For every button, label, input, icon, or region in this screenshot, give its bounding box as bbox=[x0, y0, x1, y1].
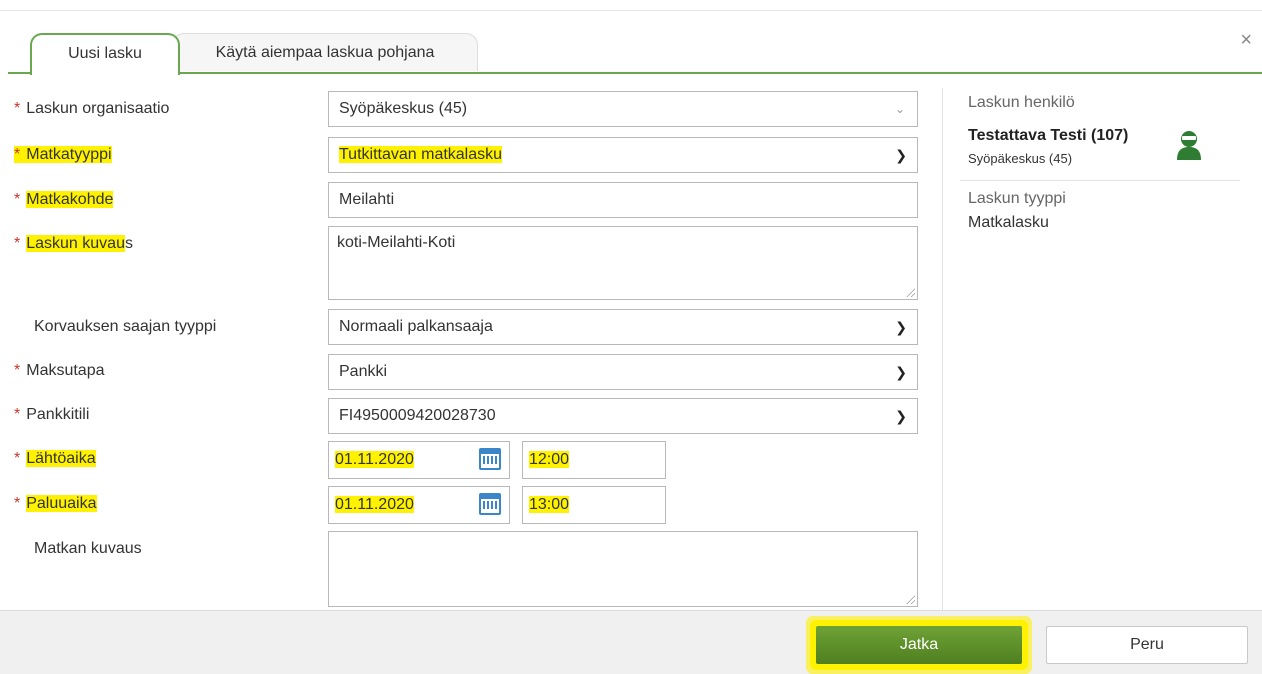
trip-description-label: Matkan kuvaus bbox=[34, 540, 142, 557]
required-mark: * bbox=[14, 362, 21, 379]
required-mark: * bbox=[14, 406, 21, 423]
bank-account-value: FI4950009420028730 bbox=[339, 407, 496, 424]
invoice-type-caption: Laskun tyyppi bbox=[968, 190, 1066, 207]
required-mark: * bbox=[14, 146, 21, 163]
invoice-type-value: Matkalasku bbox=[968, 214, 1049, 231]
payment-method-value: Pankki bbox=[339, 363, 388, 380]
return-time-label: * Paluuaika bbox=[14, 495, 97, 512]
recipient-type-select[interactable]: Normaali palkansaaja ❯ bbox=[328, 309, 918, 345]
required-mark: * bbox=[14, 495, 21, 512]
departure-date-value: 01.11.2020 bbox=[335, 451, 414, 468]
chevron-down-icon: ❯ bbox=[895, 319, 907, 335]
departure-time-label: * Lähtöaika bbox=[14, 450, 96, 467]
resize-handle-icon[interactable] bbox=[906, 595, 915, 604]
return-time-input[interactable]: 13:00 bbox=[522, 486, 666, 524]
required-mark: * bbox=[14, 450, 21, 467]
organisation-value: Syöpäkeskus (45) bbox=[339, 100, 468, 117]
invoice-description-textarea[interactable]: koti-Meilahti-Koti bbox=[328, 226, 918, 300]
return-date-value: 01.11.2020 bbox=[335, 496, 414, 513]
return-date-input[interactable]: 01.11.2020 bbox=[328, 486, 510, 524]
calendar-icon[interactable] bbox=[479, 448, 501, 470]
organisation-label: * Laskun organisaatio bbox=[14, 100, 170, 117]
required-mark: * bbox=[14, 100, 21, 117]
required-mark: * bbox=[14, 191, 21, 208]
destination-input[interactable]: Meilahti bbox=[328, 182, 918, 218]
tab-underline bbox=[8, 72, 1262, 74]
invoice-description-value: koti-Meilahti-Koti bbox=[337, 234, 456, 251]
cancel-button[interactable]: Peru bbox=[1046, 626, 1248, 664]
top-border bbox=[0, 10, 1262, 11]
invoice-person-org: Syöpäkeskus (45) bbox=[968, 151, 1073, 166]
tab-new-invoice[interactable]: Uusi lasku bbox=[30, 33, 180, 75]
required-mark: * bbox=[14, 235, 21, 252]
invoice-person-caption: Laskun henkilö bbox=[968, 94, 1075, 111]
payment-method-label: * Maksutapa bbox=[14, 362, 105, 379]
person-icon bbox=[1177, 131, 1201, 160]
destination-label: * Matkakohde bbox=[14, 191, 114, 208]
trip-type-select[interactable]: Tutkittavan matkalasku ❯ bbox=[328, 137, 918, 173]
departure-time-value: 12:00 bbox=[529, 451, 570, 468]
calendar-icon[interactable] bbox=[479, 493, 501, 515]
bank-account-select[interactable]: FI4950009420028730 ❯ bbox=[328, 398, 918, 434]
recipient-type-label: Korvauksen saajan tyyppi bbox=[34, 318, 217, 335]
payment-method-select[interactable]: Pankki ❯ bbox=[328, 354, 918, 390]
trip-type-label: * Matkatyyppi bbox=[14, 146, 112, 163]
recipient-type-value: Normaali palkansaaja bbox=[339, 318, 493, 335]
departure-date-input[interactable]: 01.11.2020 bbox=[328, 441, 510, 479]
chevron-down-icon: ❯ bbox=[895, 147, 907, 163]
resize-handle-icon[interactable] bbox=[906, 288, 915, 297]
panel-divider bbox=[942, 88, 943, 610]
organisation-select[interactable]: Syöpäkeskus (45) ⌄ bbox=[328, 91, 918, 127]
chevron-down-icon: ⌄ bbox=[894, 102, 905, 116]
departure-time-input[interactable]: 12:00 bbox=[522, 441, 666, 479]
chevron-down-icon: ❯ bbox=[895, 364, 907, 380]
tab-use-previous-invoice[interactable]: Käytä aiempaa laskua pohjana bbox=[172, 33, 478, 71]
return-time-value: 13:00 bbox=[529, 496, 570, 513]
destination-value: Meilahti bbox=[339, 191, 395, 208]
bank-account-label: * Pankkitili bbox=[14, 406, 90, 423]
panel-separator bbox=[960, 180, 1240, 181]
close-icon[interactable]: × bbox=[1240, 30, 1252, 50]
invoice-description-label: * Laskun kuvaus bbox=[14, 235, 133, 252]
continue-button[interactable]: Jatka bbox=[816, 626, 1022, 664]
trip-description-textarea[interactable] bbox=[328, 531, 918, 607]
invoice-person-name: Testattava Testi (107) bbox=[968, 127, 1129, 144]
trip-type-value: Tutkittavan matkalasku bbox=[339, 146, 503, 163]
chevron-down-icon: ❯ bbox=[895, 408, 907, 424]
